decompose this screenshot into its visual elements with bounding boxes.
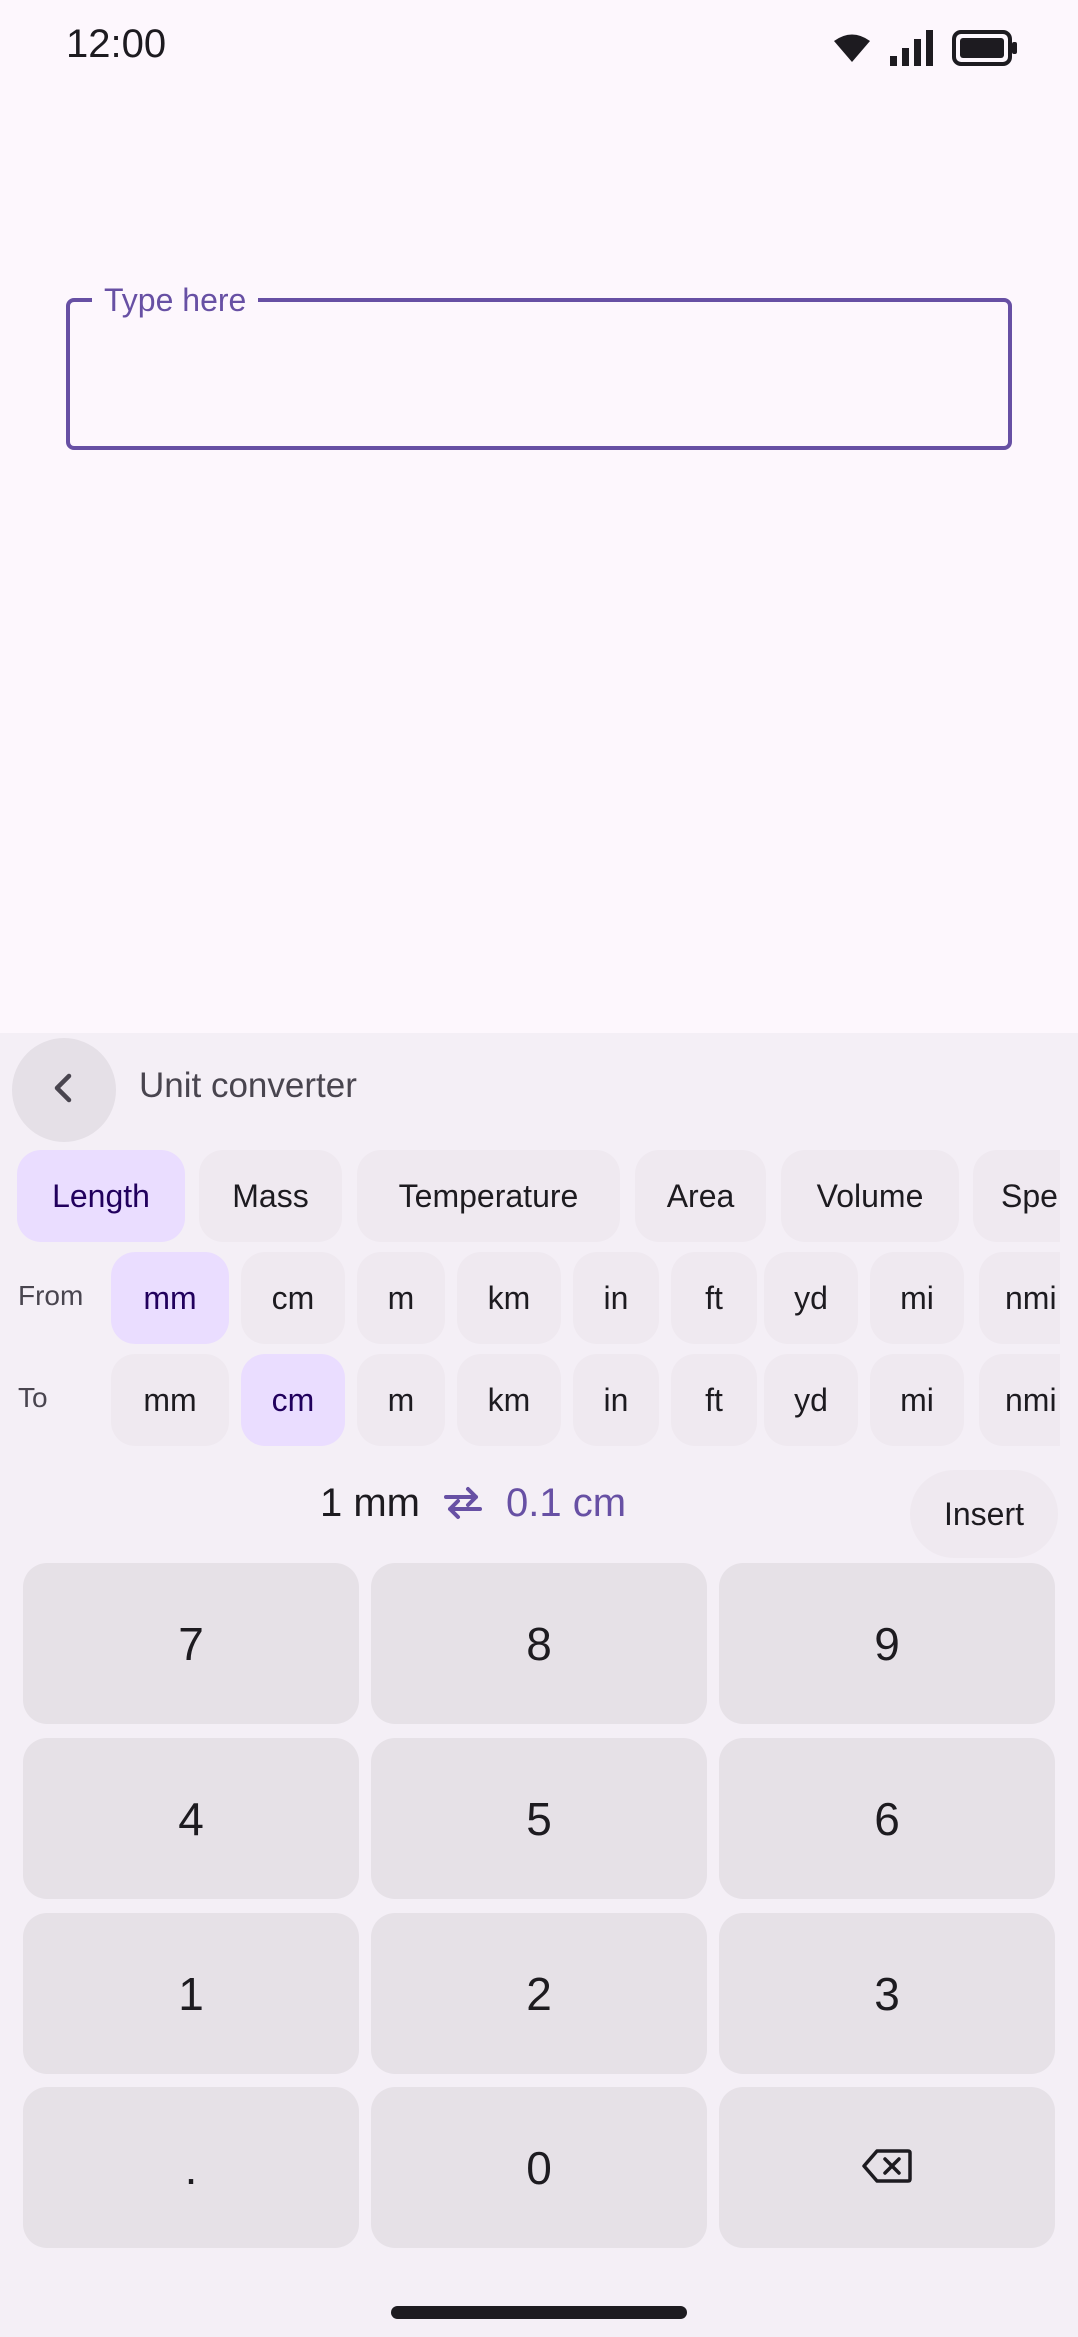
key-8[interactable]: 8 [371,1563,707,1724]
to-unit-in[interactable]: in [573,1354,659,1446]
from-unit-yd[interactable]: yd [764,1252,858,1344]
status-bar: 12:00 [0,0,1078,96]
chip-length[interactable]: Length [17,1150,185,1242]
from-unit-cm[interactable]: cm [241,1252,345,1344]
from-unit-ft[interactable]: ft [671,1252,757,1344]
key-3[interactable]: 3 [719,1913,1055,2074]
to-unit-yd[interactable]: yd [764,1354,858,1446]
conversion-result: 1 mm 0.1 cm [320,1473,626,1533]
key-0[interactable]: 0 [371,2087,707,2248]
key-2[interactable]: 2 [371,1913,707,2074]
key-7[interactable]: 7 [23,1563,359,1724]
chip-speed[interactable]: Spe [973,1150,1060,1242]
status-icons [832,28,1018,68]
from-unit-m[interactable]: m [357,1252,445,1344]
from-label: From [18,1280,84,1311]
backspace-icon [861,2141,913,2195]
from-unit-km[interactable]: km [457,1252,561,1344]
from-unit-mi[interactable]: mi [870,1252,964,1344]
to-unit-row: To mm cm m km in ft yd mi nmi [0,1354,1060,1446]
key-1[interactable]: 1 [23,1913,359,2074]
from-unit-in[interactable]: in [573,1252,659,1344]
chevron-left-icon [44,1068,84,1113]
text-input-field[interactable]: Type here [66,278,1012,450]
key-4[interactable]: 4 [23,1738,359,1899]
to-unit-m[interactable]: m [357,1354,445,1446]
key-9[interactable]: 9 [719,1563,1055,1724]
battery-icon [952,30,1018,66]
key-5[interactable]: 5 [371,1738,707,1899]
to-unit-mm[interactable]: mm [111,1354,229,1446]
to-unit-mi[interactable]: mi [870,1354,964,1446]
swap-units-icon[interactable] [442,1486,484,1520]
panel-title: Unit converter [139,1066,357,1105]
back-button[interactable] [12,1038,116,1142]
wifi-icon [832,32,872,64]
result-from-value: 1 mm [320,1480,420,1525]
key-6[interactable]: 6 [719,1738,1055,1899]
unit-converter-panel: Unit converter Length Mass Temperature A… [0,1033,1078,2337]
category-chip-row: Length Mass Temperature Area Volume Spe [0,1150,1060,1242]
status-time: 12:00 [66,22,167,66]
to-label: To [18,1382,48,1413]
to-unit-ft[interactable]: ft [671,1354,757,1446]
to-unit-km[interactable]: km [457,1354,561,1446]
from-unit-nmi[interactable]: nmi [979,1252,1060,1344]
to-unit-cm[interactable]: cm [241,1354,345,1446]
text-input-label: Type here [92,278,259,322]
key-backspace[interactable] [719,2087,1055,2248]
chip-temperature[interactable]: Temperature [357,1150,620,1242]
from-unit-row: From mm cm m km in ft yd mi nmi [0,1252,1060,1344]
signal-icon [890,30,934,66]
chip-mass[interactable]: Mass [199,1150,342,1242]
from-unit-mm[interactable]: mm [111,1252,229,1344]
result-to-value: 0.1 cm [506,1480,627,1525]
key-decimal[interactable]: . [23,2087,359,2248]
to-unit-nmi[interactable]: nmi [979,1354,1060,1446]
home-indicator[interactable] [391,2306,687,2319]
chip-volume[interactable]: Volume [781,1150,959,1242]
insert-button[interactable]: Insert [910,1470,1058,1558]
chip-area[interactable]: Area [635,1150,766,1242]
